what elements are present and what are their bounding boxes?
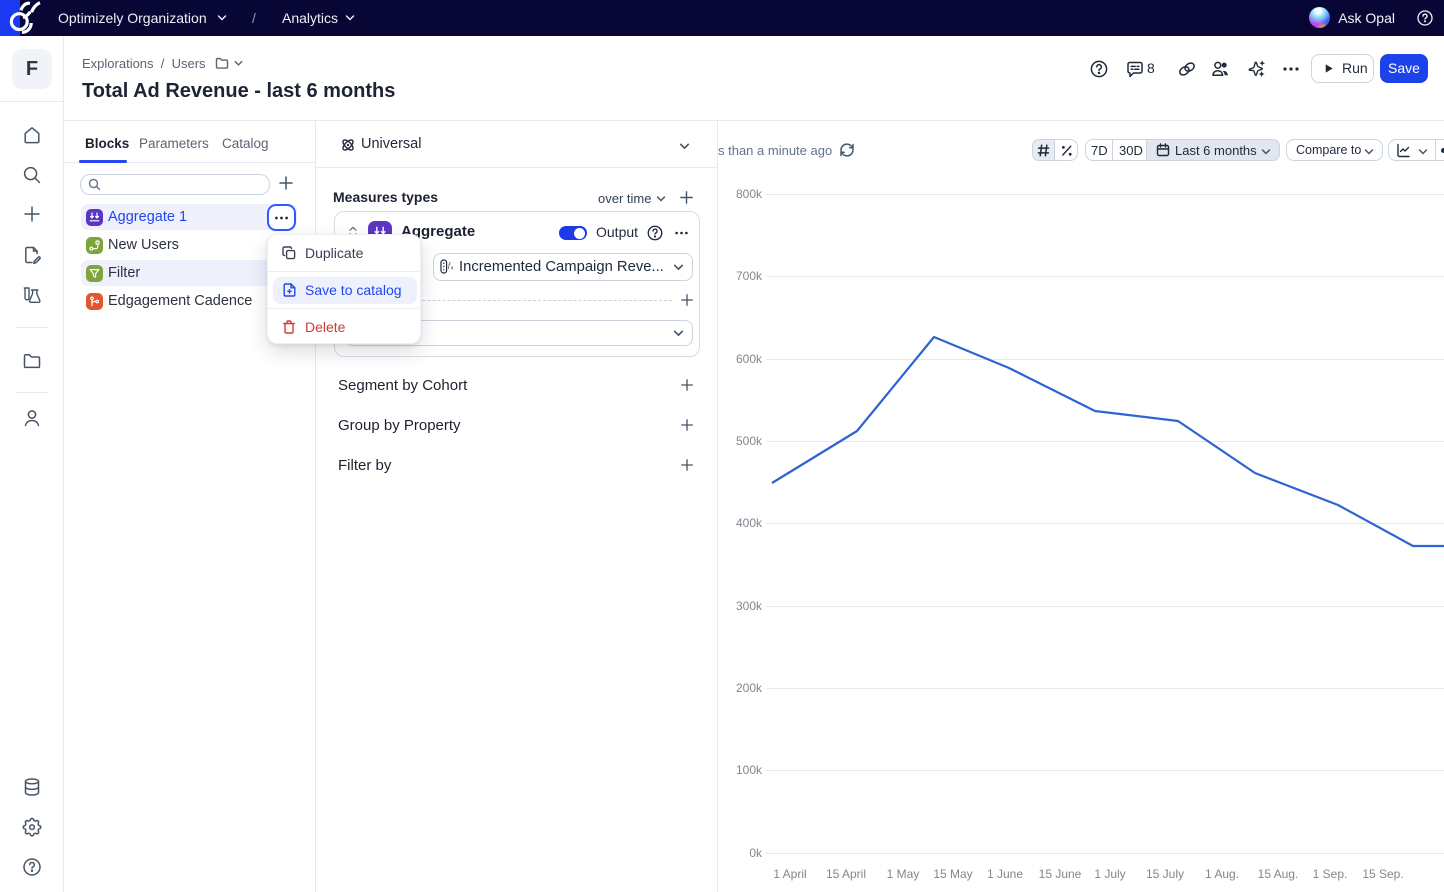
svg-text:x: x	[451, 266, 454, 272]
